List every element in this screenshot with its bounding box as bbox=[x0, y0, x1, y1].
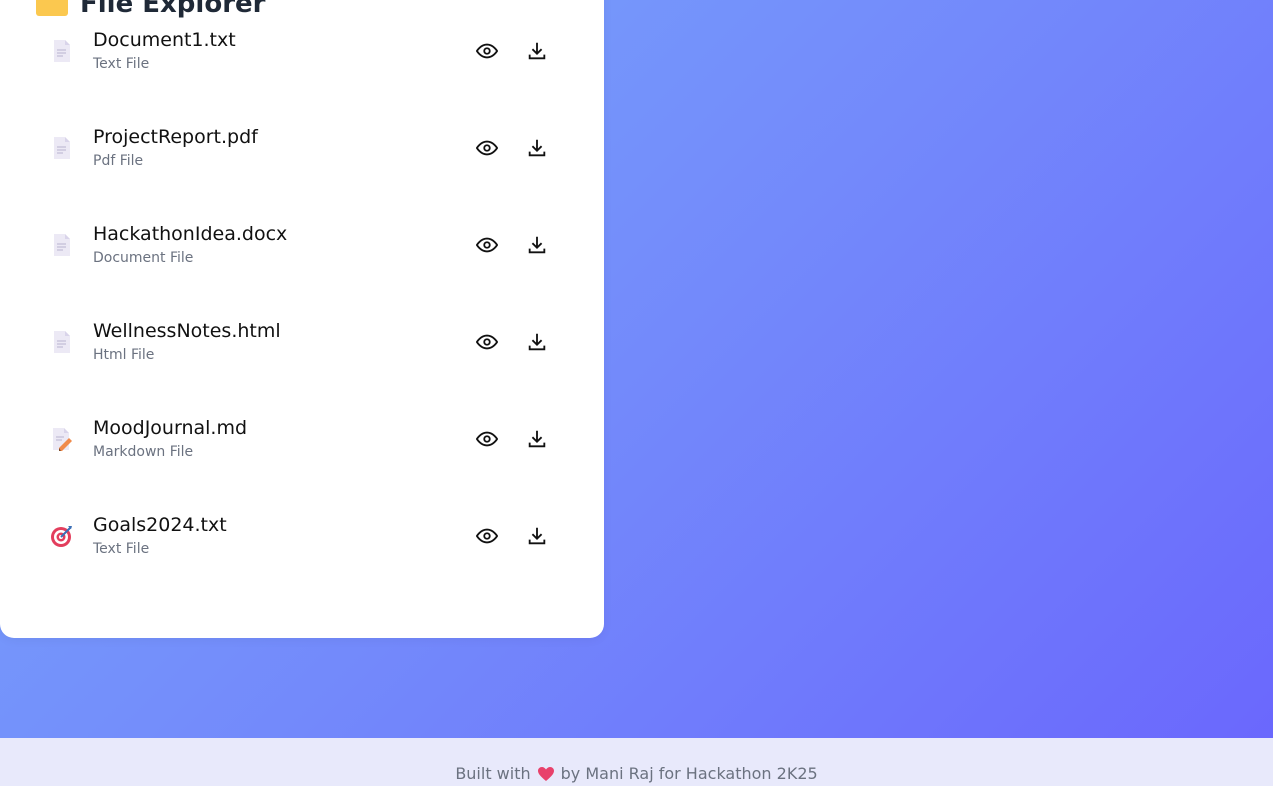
download-icon bbox=[528, 527, 546, 545]
document-icon bbox=[50, 136, 74, 160]
heart-icon bbox=[537, 766, 555, 782]
download-button[interactable] bbox=[526, 40, 548, 62]
file-row[interactable]: WellnessNotes.html Html File bbox=[0, 291, 604, 388]
file-name: Goals2024.txt bbox=[93, 514, 227, 536]
file-type: Text File bbox=[93, 56, 150, 72]
footer-prefix: Built with bbox=[455, 764, 531, 783]
download-icon bbox=[528, 333, 546, 351]
download-button[interactable] bbox=[526, 525, 548, 547]
download-icon bbox=[528, 42, 546, 60]
download-button[interactable] bbox=[526, 428, 548, 450]
footer-text: Built with by Mani Raj for Hackathon 2K2… bbox=[0, 764, 1273, 783]
download-icon bbox=[528, 236, 546, 254]
file-name: MoodJournal.md bbox=[93, 417, 248, 439]
eye-icon bbox=[476, 431, 498, 447]
download-icon bbox=[528, 430, 546, 448]
download-button[interactable] bbox=[526, 331, 548, 353]
document-icon bbox=[50, 330, 74, 354]
file-list: Document1.txt Text File ProjectReport.pd… bbox=[0, 0, 604, 582]
file-name: WellnessNotes.html bbox=[93, 320, 281, 342]
eye-icon bbox=[476, 140, 498, 156]
file-name: Document1.txt bbox=[93, 29, 236, 51]
download-button[interactable] bbox=[526, 234, 548, 256]
document-icon bbox=[50, 39, 74, 63]
view-button[interactable] bbox=[476, 428, 498, 450]
footer-suffix: by Mani Raj for Hackathon 2K25 bbox=[560, 764, 818, 783]
memo-icon bbox=[50, 427, 74, 451]
download-icon bbox=[528, 139, 546, 157]
file-row[interactable]: Document1.txt Text File bbox=[0, 0, 604, 97]
file-name: ProjectReport.pdf bbox=[93, 126, 258, 148]
view-button[interactable] bbox=[476, 40, 498, 62]
eye-icon bbox=[476, 334, 498, 350]
file-name: HackathonIdea.docx bbox=[93, 223, 288, 245]
download-button[interactable] bbox=[526, 137, 548, 159]
file-type: Html File bbox=[93, 347, 155, 363]
file-type: Document File bbox=[93, 250, 194, 266]
view-button[interactable] bbox=[476, 331, 498, 353]
file-row[interactable]: MoodJournal.md Markdown File bbox=[0, 388, 604, 485]
eye-icon bbox=[476, 43, 498, 59]
view-button[interactable] bbox=[476, 137, 498, 159]
eye-icon bbox=[476, 237, 498, 253]
file-type: Pdf File bbox=[93, 153, 144, 169]
file-row[interactable]: Goals2024.txt Text File bbox=[0, 485, 604, 582]
document-icon bbox=[50, 233, 74, 257]
view-button[interactable] bbox=[476, 234, 498, 256]
footer: Built with by Mani Raj for Hackathon 2K2… bbox=[0, 738, 1273, 786]
eye-icon bbox=[476, 528, 498, 544]
view-button[interactable] bbox=[476, 525, 498, 547]
target-icon bbox=[50, 524, 74, 548]
file-type: Text File bbox=[93, 541, 150, 557]
file-explorer-panel: File Explorer Document1.txt Text File Pr… bbox=[0, 0, 604, 638]
file-row[interactable]: HackathonIdea.docx Document File bbox=[0, 194, 604, 291]
file-row[interactable]: ProjectReport.pdf Pdf File bbox=[0, 97, 604, 194]
file-type: Markdown File bbox=[93, 444, 194, 460]
